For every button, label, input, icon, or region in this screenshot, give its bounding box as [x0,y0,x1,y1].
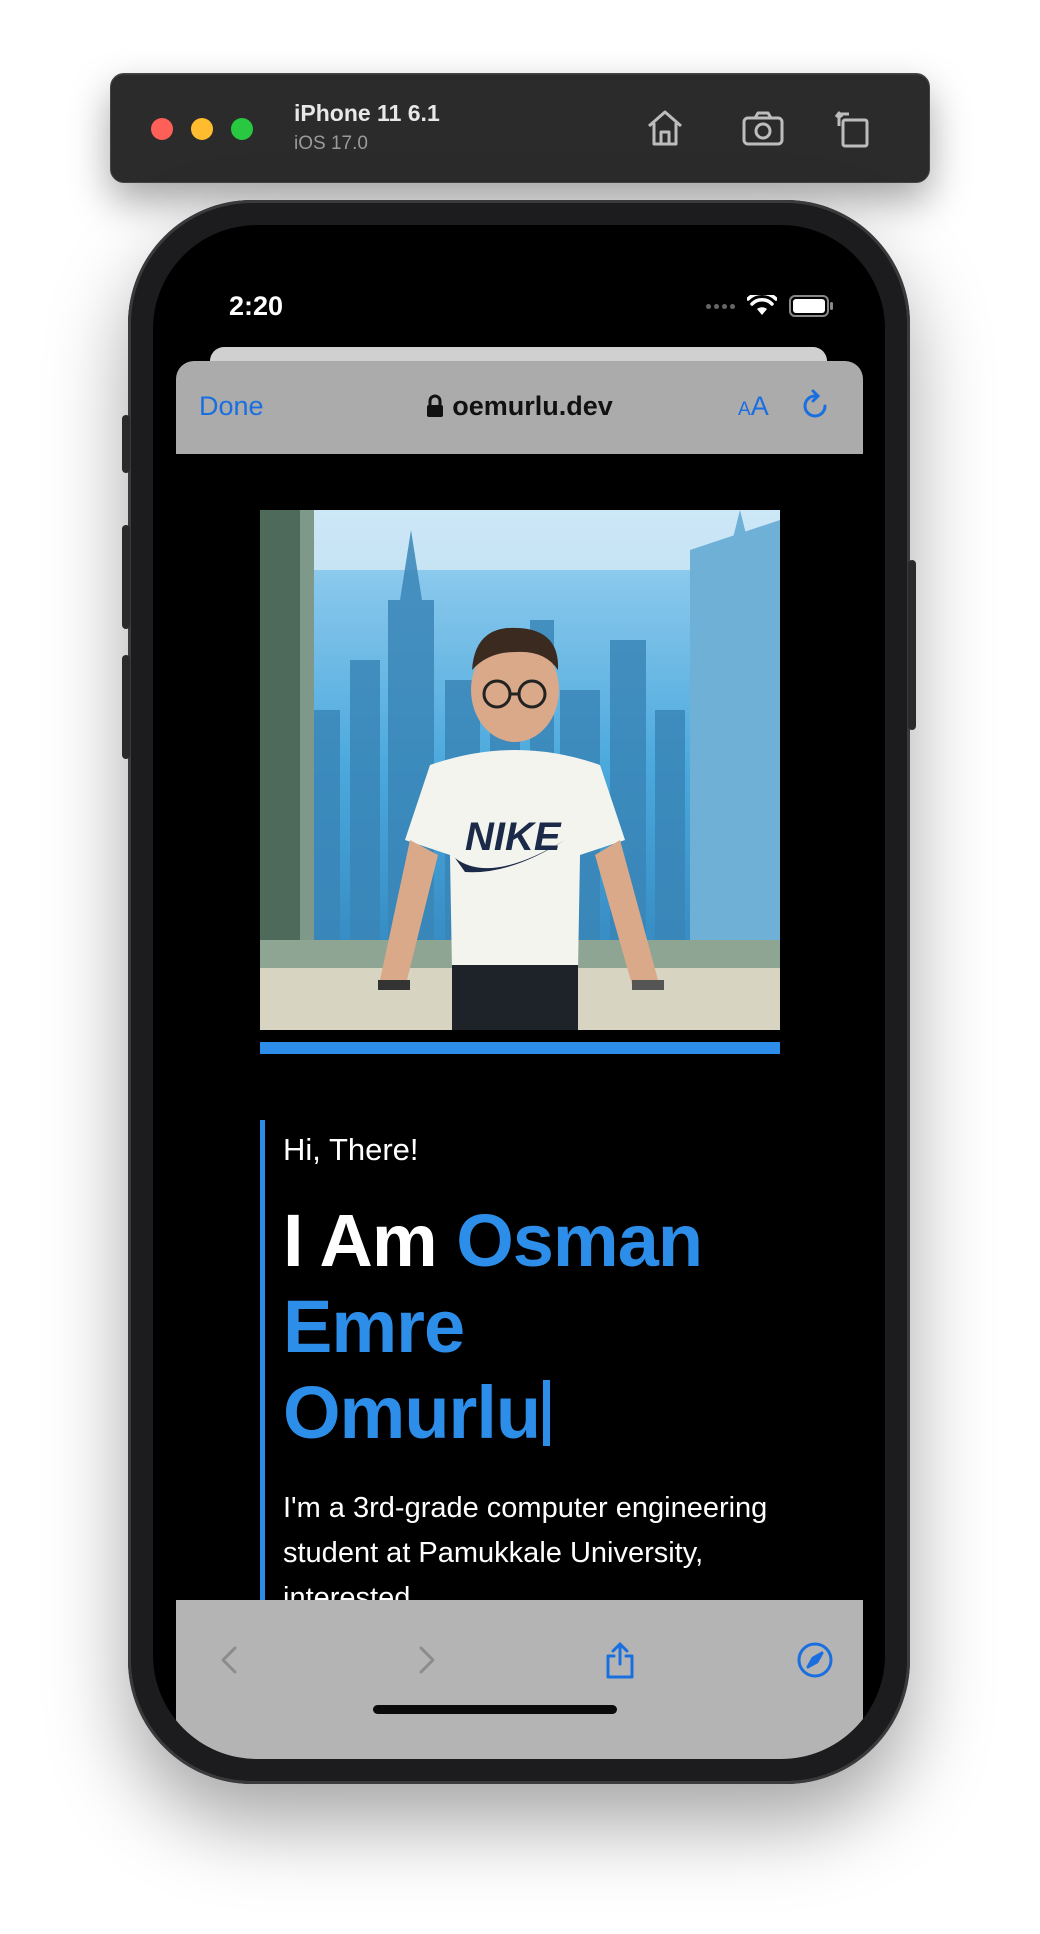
simulator-toolbar: iPhone 11 6.1 iOS 17.0 [110,73,930,183]
volume-up-button [122,525,130,629]
forward-icon[interactable] [406,1640,446,1680]
battery-icon [789,295,833,317]
device-name: iPhone 11 6.1 [294,100,440,126]
minimize-window-button[interactable] [191,118,213,140]
share-icon[interactable] [600,1640,640,1680]
wifi-icon [747,295,777,315]
compass-icon[interactable] [795,1640,835,1680]
intro-section: Hi, There! I Am Osman Emre Omurlu I'm a … [260,1120,780,1614]
profile-photo-image: NIKE [260,510,780,1030]
profile-photo: NIKE [260,510,780,1054]
safari-bottom-bar [176,1600,863,1759]
screenshot-icon[interactable] [739,104,787,152]
close-window-button[interactable] [151,118,173,140]
iphone-frame: 2:20 Done oemurlu.dev AA NIKE Hi, There!… [122,200,916,1784]
name-last: Omurlu [283,1371,541,1454]
name-first: Osman [456,1199,703,1282]
zoom-window-button[interactable] [231,118,253,140]
home-icon[interactable] [641,104,689,152]
text-size-small-a: A [738,399,751,420]
greeting-text: Hi, There! [283,1132,419,1167]
cellular-signal-icon [706,303,735,309]
shirt-logo-text: NIKE [465,815,562,859]
safari-top-bar: Done oemurlu.dev AA [176,361,863,454]
reload-icon[interactable] [798,389,832,423]
phone-screen: 2:20 Done oemurlu.dev AA NIKE Hi, There!… [153,225,885,1759]
bio-text: I'm a 3rd-grade computer engineering stu… [283,1492,768,1614]
volume-down-button [122,655,130,759]
os-version: iOS 17.0 [294,133,368,154]
status-time: 2:20 [229,291,284,321]
status-icons [706,295,835,317]
name-middle: Emre [283,1285,465,1368]
home-indicator[interactable] [373,1705,617,1714]
mute-switch [122,415,130,473]
lock-icon [427,394,444,417]
heading-prefix: I Am [283,1199,438,1282]
rotate-icon[interactable] [829,104,877,152]
text-size-button[interactable]: AA [738,391,769,422]
text-size-large-a: A [750,391,769,421]
typing-caret [543,1380,551,1446]
webpage-content[interactable]: NIKE Hi, There! I Am Osman Emre Omurlu I… [176,454,863,1614]
back-icon[interactable] [210,1640,250,1680]
url-text: oemurlu.dev [452,391,613,421]
intro-heading: I Am Osman Emre Omurlu [283,1198,780,1456]
power-button [908,560,916,730]
